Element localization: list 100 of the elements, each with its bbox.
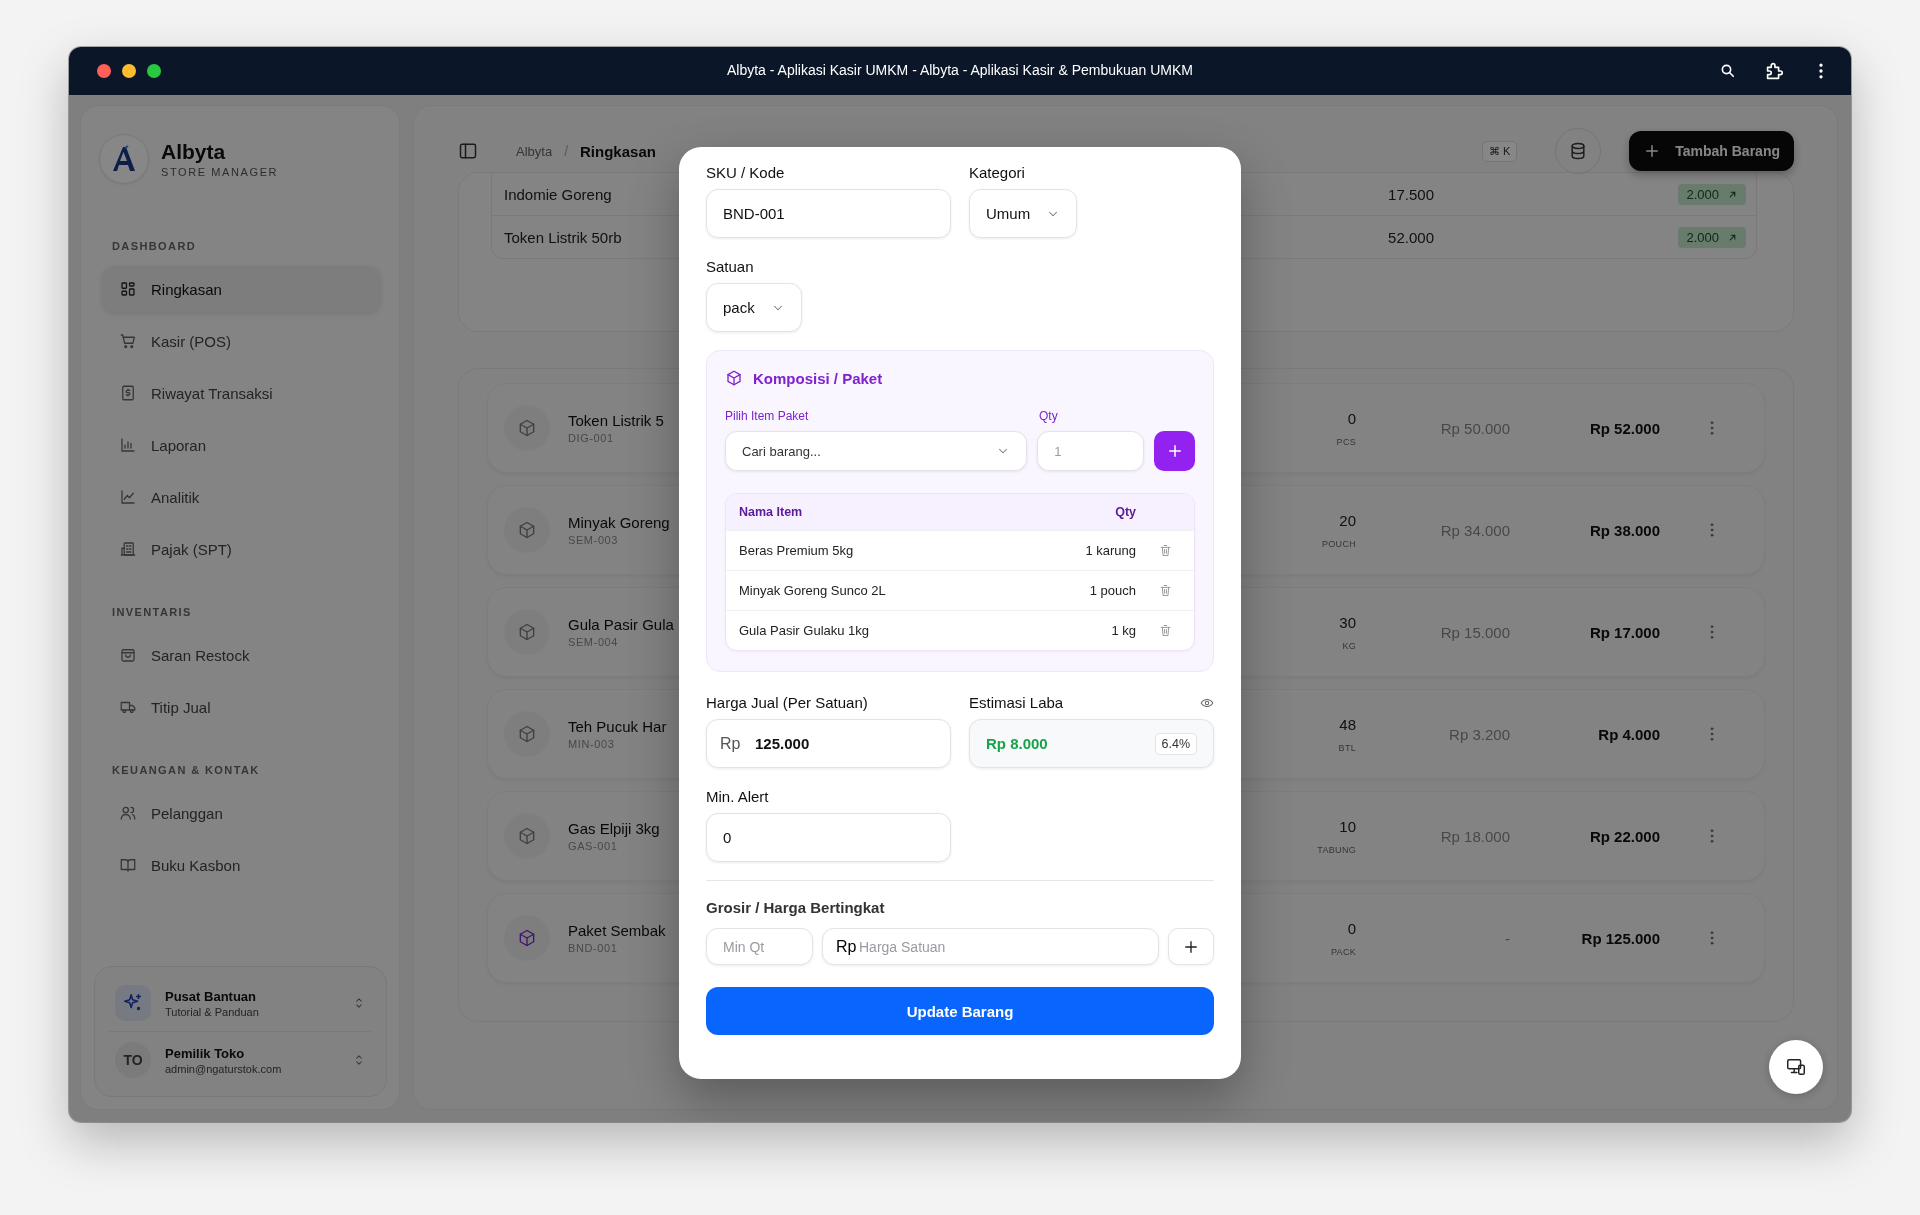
sidebar-item[interactable]: Analitik [102,474,381,520]
cube-icon [517,826,537,846]
devices-icon [1785,1056,1807,1078]
avatar-initials: TO [115,1042,151,1078]
change-badge: 2.000 [1678,226,1746,248]
help-menu[interactable]: Pusat Bantuan Tutorial & Panduan [109,975,372,1031]
line-chart-icon [119,488,137,506]
sell-price: Rp 22.000 [1588,827,1660,845]
margin-badge: 6.4% [1154,732,1197,755]
product-sku: DIG-001 [568,432,614,444]
minimize-button[interactable] [122,64,136,78]
field-label: Min. Alert [706,788,770,805]
sidebar-item[interactable]: Pelanggan [102,790,381,836]
category-dropdown[interactable]: Umum [969,189,1078,238]
receipt-icon [119,384,137,402]
currency-prefix: Rp [720,734,741,753]
cube-icon [517,418,537,438]
field-label: Satuan [706,258,755,275]
breadcrumb-link[interactable]: Albyta [516,143,553,159]
field-label: Harga Jual (Per Satuan) [706,694,869,711]
sidebar-item[interactable]: Saran Restock [102,632,381,678]
sidebar-item[interactable]: Ringkasan [102,266,381,312]
table-cell-text: Gula Pasir Gulaku 1kg [739,623,871,638]
section-title: Grosir / Harga Bertingkat [706,899,886,916]
brand-subtitle: STORE MANAGER [161,166,279,178]
brand-name: Albyta [161,140,227,164]
grid-icon [119,280,137,298]
sell-price: Rp 38.000 [1588,521,1660,539]
sidebar-item[interactable]: Kasir (POS) [102,318,381,364]
window-title: Albyta - Aplikasi Kasir UMKM - Albyta - Aplikasi Kasir & Pembukuan UMKM [726,62,1193,78]
column-header: Nama Item [739,505,804,519]
add-tier-button[interactable] [1168,928,1214,965]
field-label: Estimasi Laba [969,694,1064,711]
product-sku: SEM-004 [568,636,619,648]
sidebar-toggle-icon[interactable] [458,141,478,161]
table-cell-text: 1 kg [1110,623,1136,638]
stock-count: 48 [1338,715,1356,733]
cost-price: Rp 15.000 [1439,623,1510,641]
cost-price: Rp 50.000 [1439,419,1510,437]
logo-icon [99,134,149,184]
account-subtitle: admin@ngaturstok.com [165,1062,283,1075]
stock-unit: POUCH [1321,538,1356,549]
stock-count: 0 [1346,919,1356,937]
search-icon[interactable] [1719,62,1737,80]
account-title: Pemilik Toko [165,1045,246,1061]
add-item-button[interactable]: Tambah Barang [1629,131,1794,171]
book-icon [119,856,137,874]
stock-unit: TABUNG [1316,844,1356,855]
users-icon [119,804,137,822]
account-title: Pusat Bantuan [165,988,257,1004]
sell-price: Rp 17.000 [1588,623,1660,641]
field-label: Kategori [969,164,1026,181]
breadcrumb-current: Ringkasan [580,142,656,160]
sell-price: Rp 125.000 [1580,929,1660,947]
bag-icon [119,646,137,664]
package-icon [517,928,537,948]
maximize-button[interactable] [147,64,161,78]
min-alert-field[interactable]: 0 [706,813,951,862]
sidebar-item[interactable]: Titip Jual [102,684,381,730]
unit-dropdown[interactable]: pack [706,283,802,332]
section-title: Komposisi / Paket [753,369,883,387]
sidebar-item[interactable]: Buku Kasbon [102,842,381,888]
stock-unit: PCS [1335,436,1356,447]
table-cell-text: 1 karung [1084,543,1136,558]
product-name: Gula Pasir Gula [568,616,674,633]
product-name: Token Listrik 5 [568,412,664,429]
qty-field[interactable]: 1 [1037,431,1145,471]
breadcrumb-separator: / [564,143,569,159]
stock-unit: KG [1341,640,1356,651]
add-item-button[interactable] [1154,431,1195,471]
product-sku: MIN-003 [568,738,615,750]
sell-price: Rp 52.000 [1588,419,1660,437]
table-cell: 52.000 [1388,228,1434,246]
user-menu[interactable]: TO Pemilik Toko admin@ngaturstok.com [109,1031,372,1088]
sidebar-item[interactable]: Pajak (SPT) [102,526,381,572]
min-qty-field[interactable]: Min Qt [706,928,813,965]
cube-icon [517,724,537,744]
cost-price: Rp 18.000 [1439,827,1510,845]
table-cell-text: Beras Premium 5kg [739,543,855,558]
table-cell: Token Listrik 50rb [504,228,622,246]
table-cell: Indomie Goreng [504,185,612,203]
cart-icon [119,332,137,350]
building-icon [119,540,137,558]
stock-unit: BTL [1337,742,1356,753]
product-sku: GAS-001 [568,840,618,852]
close-button[interactable] [97,64,111,78]
currency-prefix: Rp [836,937,857,956]
update-button[interactable]: Update Barang [706,987,1214,1035]
section-label: INVENTARIS [111,606,193,620]
field-label: SKU / Kode [706,164,786,181]
cost-price: Rp 34.000 [1439,521,1510,539]
cube-icon [517,622,537,642]
sku-field[interactable]: BND-001 [706,189,951,238]
package-icon [725,369,743,387]
cube-icon [517,520,537,540]
product-name: Gas Elpiji 3kg [568,820,660,837]
item-dropdown[interactable]: Cari barang... [725,431,1028,471]
sidebar-item[interactable]: Laporan [102,422,381,468]
field-label: Pilih Item Paket [725,409,810,423]
sidebar-item[interactable]: Riwayat Transaksi [102,370,381,416]
